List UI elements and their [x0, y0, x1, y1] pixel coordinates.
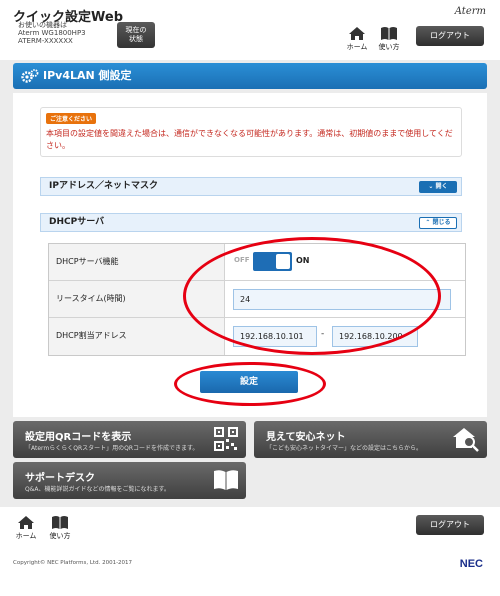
form-row-lease-time: リースタイム(時間) 24: [49, 281, 465, 318]
nec-logo: NEC: [459, 558, 483, 570]
accordion-ip-label: IPアドレス／ネットマスク: [49, 181, 158, 191]
qr-card-desc: 「AtermらくらくQRスタート」用のQRコードを作成できます。: [25, 445, 199, 452]
copyright: Copyright© NEC Platforms, Ltd. 2001-2017: [13, 560, 133, 566]
device-id: ATERM-XXXXXX: [18, 37, 73, 45]
footer-help-label: 使い方: [49, 532, 71, 540]
home-nav[interactable]: ホーム: [344, 26, 370, 52]
toggle-on-label: ON: [296, 256, 310, 265]
device-label: お使いの機器は: [18, 21, 67, 29]
dhcp-end-input[interactable]: 192.168.10.200: [332, 326, 418, 347]
support-card-desc: Q&A、機能詳説ガイドなどの情報をご覧になれます。: [25, 486, 170, 493]
dhcp-range-value: 192.168.10.101 - 192.168.10.200: [225, 318, 465, 355]
form-row-dhcp-function: DHCPサーバ機能 OFF ON: [49, 244, 465, 281]
dhcp-function-toggle[interactable]: [253, 252, 292, 271]
caution-text: 本項目の設定値を間違えた場合は、通信ができなくなる可能性があります。通常は、初期…: [46, 129, 453, 150]
help-nav[interactable]: 使い方: [376, 26, 402, 52]
home-icon: [18, 516, 34, 529]
submit-button[interactable]: 設定: [200, 371, 298, 393]
footer-home-nav[interactable]: ホーム: [13, 515, 39, 541]
toggle-off-label: OFF: [234, 256, 250, 264]
footer: ホーム 使い方 ログアウト Copyright© NEC Platforms, …: [0, 507, 500, 596]
book-icon: [52, 516, 68, 529]
caution-badge: ご注意ください: [46, 113, 97, 124]
footer-help-nav[interactable]: 使い方: [47, 515, 73, 541]
current-status-button[interactable]: 現在の 状態: [117, 22, 155, 48]
lease-time-input[interactable]: 24: [233, 289, 451, 310]
support-desk-card[interactable]: サポートデスク Q&A、機能詳説ガイドなどの情報をご覧になれます。: [13, 462, 246, 499]
section-title-text: IPv4LAN 側設定: [43, 69, 132, 82]
lease-time-value: 24: [225, 281, 465, 317]
dhcp-form: DHCPサーバ機能 OFF ON リースタイム(時間) 24 DHCP割当アドレ…: [48, 243, 466, 356]
home-search-icon: [453, 428, 479, 452]
chevron-down-icon: ⌄: [428, 183, 434, 190]
form-row-dhcp-range: DHCP割当アドレス 192.168.10.101 - 192.168.10.2…: [49, 318, 465, 355]
accordion-dhcp[interactable]: DHCPサーバ ⌃ 閉じる: [40, 213, 462, 232]
book-icon: [214, 470, 238, 490]
lease-time-label: リースタイム(時間): [49, 281, 225, 317]
collapse-button[interactable]: ⌃ 閉じる: [419, 217, 457, 229]
brand-logo: Aterm: [454, 6, 486, 17]
dhcp-range-label: DHCP割当アドレス: [49, 318, 225, 355]
caution-box: ご注意ください 本項目の設定値を間違えた場合は、通信ができなくなる可能性がありま…: [40, 107, 462, 157]
dhcp-function-value: OFF ON: [225, 244, 465, 280]
home-label: ホーム: [346, 43, 368, 51]
footer-home-label: ホーム: [15, 532, 37, 540]
content-area: IPv4LAN 側設定 ご注意ください 本項目の設定値を間違えた場合は、通信がで…: [0, 60, 500, 507]
qr-code-card[interactable]: 設定用QRコードを表示 「AtermらくらくQRスタート」用のQRコードを作成で…: [13, 421, 246, 458]
chevron-up-icon: ⌃: [425, 219, 431, 226]
dhcp-start-input[interactable]: 192.168.10.101: [233, 326, 317, 347]
device-model: Aterm WG1800HP3: [18, 29, 86, 37]
header: クイック設定Web お使いの機器は Aterm WG1800HP3 ATERM-…: [0, 0, 500, 60]
accordion-ip-netmask[interactable]: IPアドレス／ネットマスク ⌄ 開く: [40, 177, 462, 196]
book-icon: [381, 27, 397, 40]
footer-logout-button[interactable]: ログアウト: [416, 515, 484, 535]
safe-card-desc: 「こども安心ネットタイマー」などの設定はこちらから。: [266, 445, 423, 452]
dhcp-function-label: DHCPサーバ機能: [49, 244, 225, 280]
range-separator: -: [321, 329, 325, 339]
expand-label: 開く: [435, 183, 448, 190]
accordion-dhcp-label: DHCPサーバ: [49, 217, 105, 227]
safe-card-title: 見えて安心ネット: [266, 432, 346, 443]
qr-code-icon: [214, 427, 238, 451]
qr-card-title: 設定用QRコードを表示: [25, 432, 132, 443]
safe-net-card[interactable]: 見えて安心ネット 「こども安心ネットタイマー」などの設定はこちらから。: [254, 421, 487, 458]
support-card-title: サポートデスク: [25, 473, 95, 484]
toggle-knob: [276, 254, 290, 269]
logout-button[interactable]: ログアウト: [416, 26, 484, 46]
expand-button[interactable]: ⌄ 開く: [419, 181, 457, 193]
section-title: IPv4LAN 側設定: [13, 63, 487, 89]
collapse-label: 閉じる: [432, 219, 451, 226]
home-icon: [349, 27, 365, 40]
gear-icon: [21, 69, 39, 83]
help-label: 使い方: [378, 43, 400, 51]
